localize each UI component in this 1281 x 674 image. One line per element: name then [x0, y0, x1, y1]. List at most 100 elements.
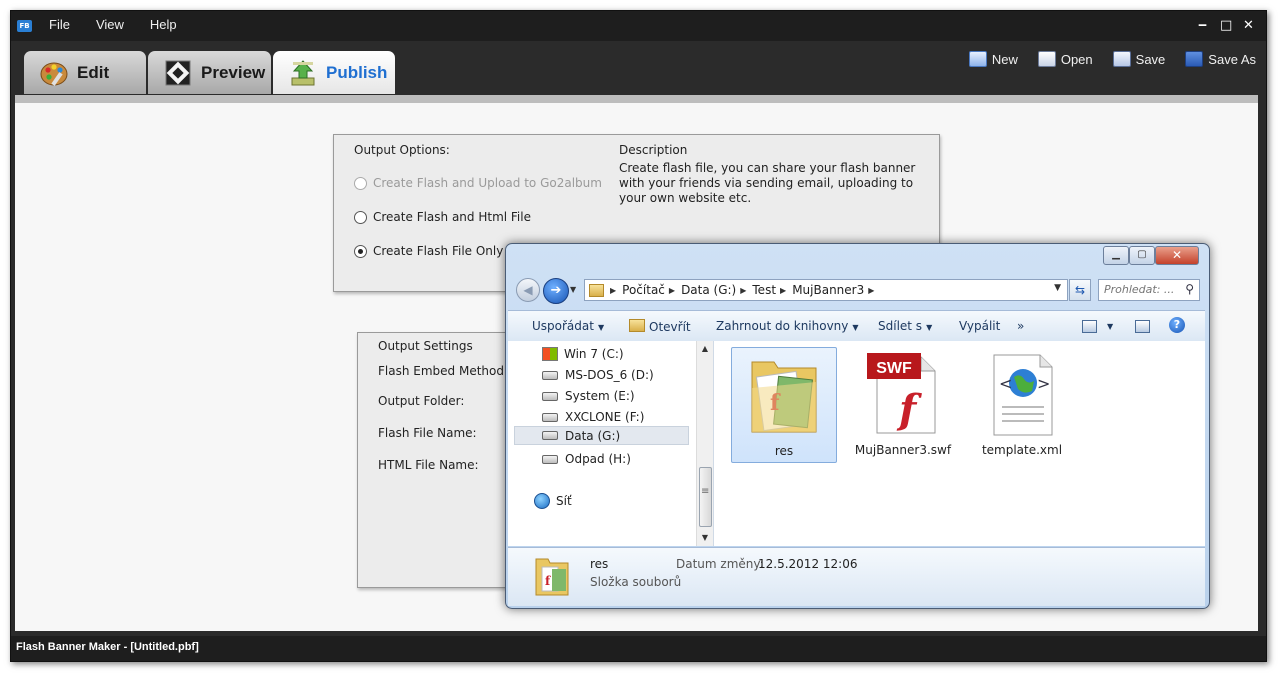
nav-item-label: MS-DOS_6 (D:) — [565, 368, 654, 382]
output-settings-panel: Output Settings Flash Embed Method: Outp… — [357, 332, 509, 588]
open-button[interactable]: Open — [1037, 51, 1093, 67]
back-arrow-icon[interactable]: ◀ — [516, 278, 540, 302]
minimize-icon[interactable]: ‒ — [1198, 18, 1207, 33]
close-icon[interactable]: ✕ — [1243, 18, 1254, 33]
scroll-thumb[interactable] — [699, 467, 712, 527]
nav-item-drive-e[interactable]: System (E:) — [542, 389, 635, 403]
search-icon[interactable]: ⚲ — [1185, 282, 1194, 296]
details-date-label: Datum změny: — [676, 557, 764, 571]
refresh-icon[interactable]: ⇆ — [1069, 279, 1091, 301]
open-folder-icon — [1037, 51, 1056, 67]
chevron-right-icon: ▶ — [780, 285, 787, 295]
explorer-minimize-icon[interactable]: ▁ — [1103, 246, 1129, 265]
history-dropdown-icon[interactable]: ▼ — [570, 285, 576, 294]
menu-help[interactable]: Help — [150, 17, 177, 32]
nav-item-drive-f[interactable]: XXCLONE (F:) — [542, 410, 644, 424]
radio-flash-html[interactable]: Create Flash and Html File — [354, 210, 531, 224]
radio-flash-only[interactable]: Create Flash File Only — [354, 244, 503, 258]
film-icon — [165, 60, 191, 85]
network-icon — [534, 493, 550, 509]
file-toolbar: New Open Save Save As — [949, 51, 1256, 67]
file-item-xml[interactable]: < > template.xml — [970, 347, 1074, 461]
nav-item-label: Data (G:) — [565, 428, 621, 443]
radio-upload-go2album: Create Flash and Upload to Go2album — [354, 176, 602, 190]
title-bar: FB File View Help ‒ □ ✕ — [11, 11, 1266, 41]
folder-open-icon — [629, 319, 645, 332]
breadcrumb-test[interactable]: Test — [752, 283, 776, 297]
breadcrumb-computer[interactable]: Počítač — [622, 283, 665, 297]
details-pane: f res Složka souborů Datum změny: 12.5.2… — [508, 547, 1205, 606]
file-item-swf[interactable]: SWF f MujBanner3.swf — [851, 347, 955, 461]
chevron-right-icon: ▶ — [610, 285, 617, 295]
radio-button-icon — [354, 210, 367, 224]
share-with-button[interactable]: Sdílet s ▼ — [878, 319, 932, 333]
explorer-maximize-icon[interactable]: ▢ — [1129, 246, 1155, 265]
menu-view[interactable]: View — [96, 17, 124, 32]
organize-button[interactable]: Uspořádat ▼ — [532, 319, 604, 333]
tab-publish-label: Publish — [326, 62, 388, 82]
save-as-button[interactable]: Save As — [1185, 51, 1256, 67]
tab-preview[interactable]: Preview — [148, 51, 271, 94]
preview-pane-icon[interactable] — [1135, 320, 1150, 333]
tab-publish[interactable]: Publish — [273, 51, 395, 94]
save-button[interactable]: Save — [1112, 51, 1166, 67]
description-title: Description — [619, 143, 688, 157]
explorer-window: ▁ ▢ ✕ ◀ ➔ ▼ ▶ Počítač ▶ Data (G:) ▶ Test… — [505, 243, 1210, 609]
menu-file[interactable]: File — [49, 17, 70, 32]
nav-item-label: Win 7 (C:) — [564, 347, 624, 361]
maximize-icon[interactable]: □ — [1220, 18, 1232, 33]
hard-drive-icon — [542, 391, 558, 401]
nav-scrollbar[interactable]: ▲ ▼ — [696, 341, 713, 546]
chevron-right-icon: ▶ — [740, 285, 747, 295]
html-file-name-label: HTML File Name: — [378, 458, 479, 472]
details-type: Složka souborů — [590, 575, 682, 589]
new-button-label: New — [991, 51, 1018, 67]
save-as-icon — [1185, 51, 1204, 67]
breadcrumb-mujbanner3[interactable]: MujBanner3 — [792, 283, 864, 297]
chevron-right-icon: ▶ — [668, 285, 676, 295]
save-button-label: Save — [1135, 51, 1166, 67]
details-name: res — [590, 557, 609, 571]
burn-button[interactable]: Vypálit — [959, 319, 1000, 333]
hard-drive-icon — [542, 370, 558, 380]
change-view-icon[interactable] — [1082, 320, 1097, 333]
nav-item-label: XXCLONE (F:) — [565, 410, 645, 424]
hard-drive-icon — [542, 431, 558, 440]
output-folder-label: Output Folder: — [378, 394, 465, 408]
tab-edit[interactable]: Edit — [24, 51, 146, 94]
more-commands-button[interactable]: » — [1017, 319, 1024, 333]
view-dropdown-icon[interactable]: ▼ — [1103, 318, 1113, 332]
open-command-label: Otevřít — [649, 320, 691, 334]
flash-embed-method-label: Flash Embed Method: — [378, 364, 509, 378]
explorer-close-icon[interactable]: ✕ — [1155, 246, 1199, 265]
folder-icon — [589, 283, 604, 297]
breadcrumb-data-drive[interactable]: Data (G:) — [681, 283, 736, 297]
nav-item-drive-g[interactable]: Data (G:) — [514, 426, 689, 445]
forward-arrow-icon[interactable]: ➔ — [543, 278, 569, 304]
address-dropdown-icon[interactable]: ▼ — [1054, 283, 1061, 293]
include-in-library-button[interactable]: Zahrnout do knihovny ▼ — [716, 319, 859, 333]
palette-icon — [40, 62, 68, 86]
save-icon — [1112, 51, 1131, 67]
file-item-res-folder[interactable]: f res — [731, 347, 837, 463]
nav-item-drive-h[interactable]: Odpad (H:) — [542, 452, 631, 466]
address-bar[interactable]: ▶ Počítač ▶ Data (G:) ▶ Test ▶ MujBanner… — [584, 279, 1068, 301]
search-input[interactable] — [1099, 280, 1178, 298]
chevron-right-icon: ▶ — [868, 285, 875, 295]
open-button-label: Open — [1060, 51, 1093, 67]
open-command-button[interactable]: Otevřít — [629, 319, 691, 334]
nav-item-drive-d[interactable]: MS-DOS_6 (D:) — [542, 368, 654, 382]
scroll-down-icon[interactable]: ▼ — [697, 530, 713, 546]
nav-item-label: Odpad (H:) — [565, 452, 631, 466]
include-label: Zahrnout do knihovny — [716, 319, 849, 333]
help-icon[interactable]: ? — [1169, 317, 1185, 333]
nav-item-network[interactable]: Síť — [534, 493, 572, 509]
new-button[interactable]: New — [968, 51, 1018, 67]
nav-item-label: System (E:) — [565, 389, 635, 403]
swf-badge-text: SWF — [876, 360, 912, 377]
navigation-pane: Win 7 (C:) MS-DOS_6 (D:) System (E:) XXC… — [508, 341, 714, 546]
scroll-up-icon[interactable]: ▲ — [697, 341, 713, 357]
windows-drive-icon — [542, 347, 558, 361]
status-bar: Flash Banner Maker - [Untitled.pbf] — [11, 636, 1266, 661]
nav-item-drive-c[interactable]: Win 7 (C:) — [542, 347, 624, 361]
